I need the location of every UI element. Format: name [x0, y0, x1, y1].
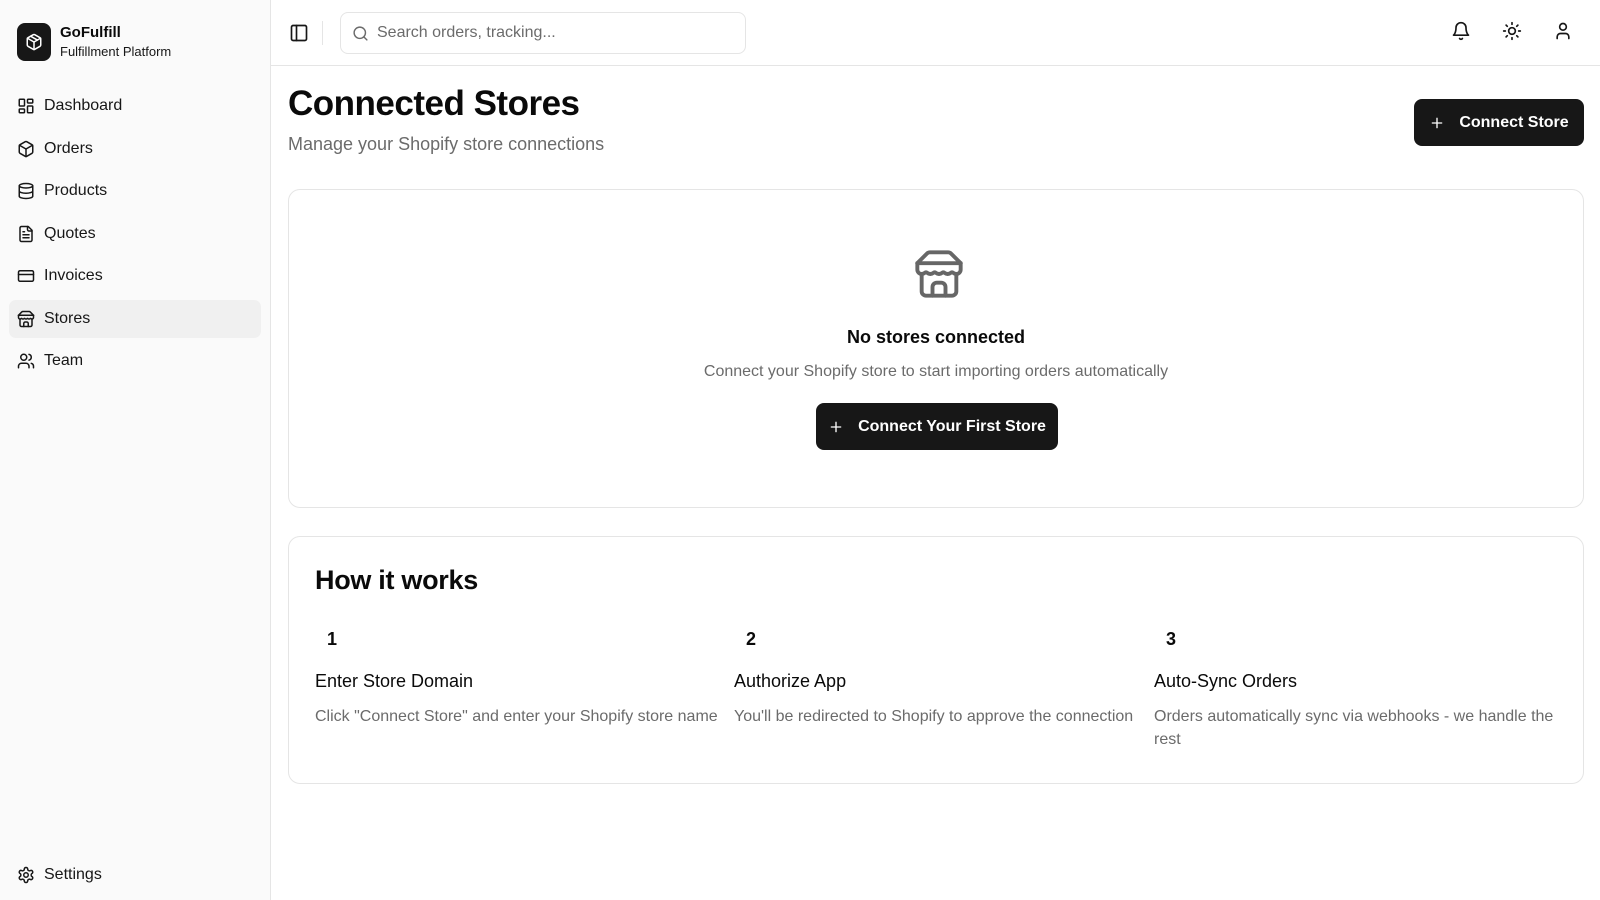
- sidebar-item-label: Settings: [44, 866, 102, 883]
- sidebar-item-label: Stores: [44, 309, 91, 327]
- sidebar-item-orders[interactable]: Orders: [9, 130, 261, 168]
- connect-store-label: Connect Store: [1459, 113, 1569, 131]
- sidebar-toggle-icon[interactable]: [289, 23, 309, 43]
- bell-icon[interactable]: [1451, 21, 1473, 43]
- sidebar-item-stores[interactable]: Stores: [9, 299, 261, 338]
- plus-icon: [1429, 115, 1445, 131]
- brand-subtitle: Fulfillment Platform: [60, 44, 172, 59]
- step-title: Authorize App: [734, 671, 847, 691]
- search-input[interactable]: [377, 24, 727, 42]
- search-icon: [352, 25, 369, 42]
- empty-state-title: No stores connected: [846, 327, 1026, 347]
- divider: [322, 21, 323, 45]
- search-box[interactable]: [340, 12, 746, 54]
- user-icon[interactable]: [1553, 21, 1575, 43]
- page-subtitle: Manage your Shopify store connections: [288, 134, 605, 154]
- layout-grid-icon: [17, 97, 35, 115]
- empty-state-card: No stores connected Connect your Shopify…: [288, 189, 1584, 508]
- step-description: Click "Connect Store" and enter your Sho…: [315, 708, 718, 725]
- database-icon: [17, 182, 35, 200]
- sidebar-item-label: Team: [44, 352, 84, 369]
- sidebar-item-settings[interactable]: Settings: [9, 856, 261, 894]
- credit-card-icon: [17, 267, 35, 285]
- how-it-works-title: How it works: [315, 565, 478, 595]
- sidebar-nav: Dashboard Orders Products Quotes Invoice…: [9, 87, 261, 385]
- sidebar-item-label: Products: [44, 182, 108, 199]
- step-number: 2: [746, 629, 757, 649]
- sidebar-item-invoices[interactable]: Invoices: [9, 257, 261, 295]
- step-item: 3 Auto-Sync Orders Orders automatically …: [1154, 629, 1559, 751]
- step-title: Auto-Sync Orders: [1154, 671, 1298, 691]
- connect-first-store-button[interactable]: Connect Your First Store: [816, 403, 1058, 450]
- sidebar-item-team[interactable]: Team: [9, 342, 261, 380]
- store-icon: [17, 310, 35, 328]
- sidebar-item-label: Orders: [44, 139, 93, 157]
- plus-icon: [828, 419, 844, 435]
- sidebar-item-dashboard[interactable]: Dashboard: [9, 87, 261, 125]
- sidebar: GoFulfill Fulfillment Platform Dashboard…: [0, 0, 271, 900]
- sidebar-item-quotes[interactable]: Quotes: [9, 215, 261, 253]
- sun-icon[interactable]: [1502, 21, 1524, 43]
- sidebar-item-label: Dashboard: [44, 97, 123, 114]
- brand[interactable]: GoFulfill Fulfillment Platform: [17, 23, 171, 61]
- users-icon: [17, 352, 35, 370]
- step-description: Orders automatically sync via webhooks -…: [1154, 708, 1554, 748]
- box-icon: [17, 23, 51, 61]
- step-number: 3: [1166, 629, 1177, 649]
- step-number: 1: [327, 629, 338, 649]
- connect-first-store-label: Connect Your First Store: [858, 417, 1046, 435]
- page-title: Connected Stores: [288, 84, 580, 123]
- connect-store-button[interactable]: Connect Store: [1414, 99, 1584, 146]
- sidebar-item-label: Invoices: [44, 267, 103, 284]
- step-item: 1 Enter Store Domain Click "Connect Stor…: [315, 629, 720, 728]
- empty-state-description: Connect your Shopify store to start impo…: [703, 363, 1169, 380]
- sidebar-item-products[interactable]: Products: [9, 172, 261, 210]
- package-icon: [17, 140, 35, 158]
- file-text-icon: [17, 225, 35, 243]
- how-it-works-card: How it works 1 Enter Store Domain Click …: [288, 536, 1584, 784]
- gear-icon: [17, 866, 35, 884]
- brand-name: GoFulfill: [60, 24, 121, 41]
- sidebar-item-label: Quotes: [44, 224, 96, 242]
- step-description: You'll be redirected to Shopify to appro…: [734, 708, 1134, 725]
- step-title: Enter Store Domain: [315, 671, 474, 691]
- step-item: 2 Authorize App You'll be redirected to …: [734, 629, 1139, 728]
- store-icon: [913, 246, 965, 302]
- topbar: [271, 0, 1600, 66]
